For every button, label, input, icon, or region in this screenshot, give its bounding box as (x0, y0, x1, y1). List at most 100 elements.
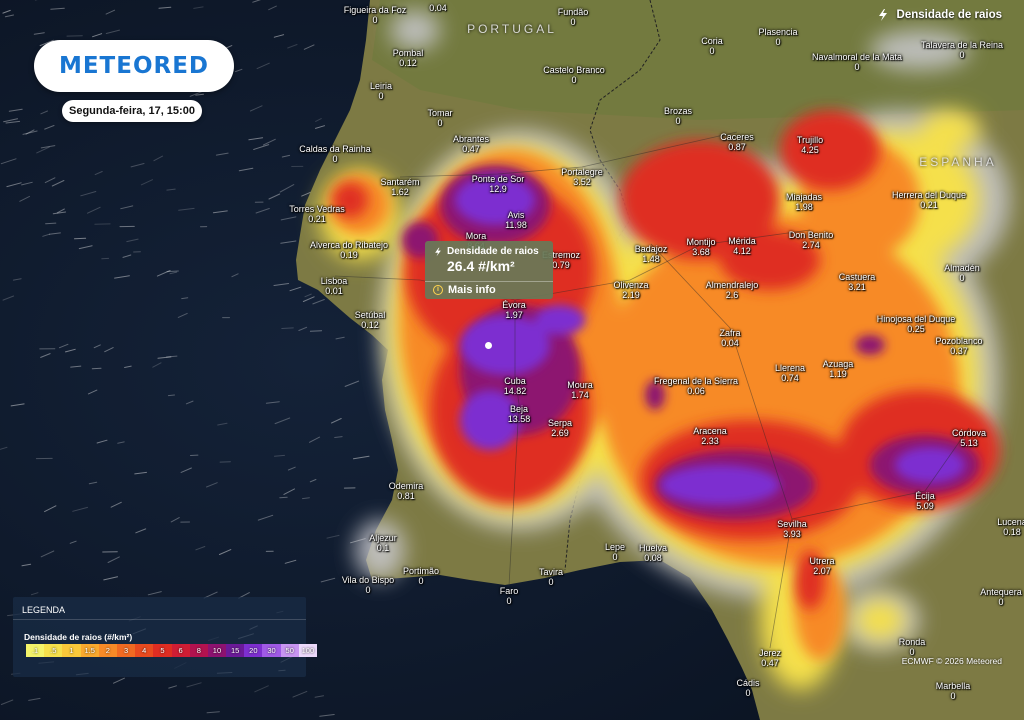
place-label[interactable]: Castuera 3.21 (839, 272, 876, 292)
place-label[interactable]: Aljezur 0.1 (369, 533, 397, 553)
place-label[interactable]: Herrera del Duque 0.21 (892, 190, 966, 210)
place-value: 3.21 (848, 282, 866, 292)
place-label[interactable]: Huelva 0.08 (639, 543, 667, 563)
place-name: Leiria (369, 81, 393, 91)
place-name: Castuera (838, 272, 876, 282)
place-label[interactable]: Montijo 3.68 (686, 237, 715, 257)
place-label[interactable]: Almendralejo 2.6 (706, 280, 759, 300)
place-value: 5.13 (960, 438, 978, 448)
place-name: Portimão (402, 566, 440, 576)
place-name: Ronda (898, 637, 926, 647)
place-label[interactable]: Hinojosa del Duque 0.25 (877, 314, 956, 334)
place-label[interactable]: Figueira da Foz 0 (344, 5, 407, 25)
tooltip-divider (425, 281, 553, 282)
place-name: Odemira (388, 481, 424, 491)
place-label[interactable]: Olivenza 2.19 (613, 280, 648, 300)
place-label[interactable]: Lucena 0.18 (997, 517, 1024, 537)
place-label[interactable]: Ponte de Sor 12.9 (472, 174, 525, 194)
place-label[interactable]: Santarém 1.62 (380, 177, 419, 197)
place-label[interactable]: Fregenal de la Sierra 0.06 (654, 376, 738, 396)
place-label[interactable]: 0.04 (429, 3, 447, 13)
place-label[interactable]: Portalegre 3.52 (561, 167, 603, 187)
place-label[interactable]: Jerez 0.47 (759, 648, 781, 668)
place-label[interactable]: Brozas 0 (664, 106, 692, 126)
place-label[interactable]: Vila do Bispo 0 (342, 575, 394, 595)
place-label[interactable]: Serpa 2.69 (548, 418, 572, 438)
place-label[interactable]: Talavera de la Reina 0 (921, 40, 1003, 60)
place-value: 1.62 (391, 187, 409, 197)
place-label[interactable]: Évora 1.97 (502, 300, 526, 320)
place-label[interactable]: Beja 13.58 (508, 404, 531, 424)
place-name: Pozoblanco (935, 336, 983, 346)
place-label[interactable]: Plasencia 0 (758, 27, 797, 47)
place-label[interactable]: Cádis 0 (736, 678, 759, 698)
place-label[interactable]: Torres Vedras 0.21 (289, 204, 345, 224)
place-value: 4.12 (733, 246, 751, 256)
place-label[interactable]: Pombal 0.12 (393, 48, 424, 68)
place-label[interactable]: Avis 11.98 (505, 210, 527, 230)
place-label[interactable]: Abrantes 0.47 (453, 134, 489, 154)
place-label[interactable]: Fundão 0 (558, 7, 589, 27)
place-value: 0.1 (376, 543, 390, 553)
wind-streak (91, 367, 102, 370)
place-label[interactable]: Caceres 0.87 (720, 132, 754, 152)
place-name: Moura (567, 380, 593, 390)
place-label[interactable]: Ronda 0 (899, 637, 926, 657)
place-value: 0.47 (761, 658, 779, 668)
place-label[interactable]: Badajoz 1.48 (635, 244, 668, 264)
place-label[interactable]: Navalmoral de la Mata 0 (812, 52, 902, 72)
place-label[interactable]: Leiria 0 (370, 81, 392, 101)
place-label[interactable]: Aracena 2.33 (693, 426, 727, 446)
place-label[interactable]: Almadén 0 (944, 263, 980, 283)
selected-point-marker[interactable] (485, 342, 492, 349)
place-label[interactable]: Tomar 0 (427, 108, 452, 128)
place-value: 0.25 (907, 324, 925, 334)
place-label[interactable]: Marbella 0 (936, 681, 971, 701)
tooltip-title: Densidade de raios (447, 246, 539, 257)
place-label[interactable]: Caldas da Rainha 0 (299, 144, 371, 164)
place-label[interactable]: Miajadas 1.98 (786, 192, 822, 212)
place-value: 0.12 (399, 58, 417, 68)
place-label[interactable]: Odemira 0.81 (389, 481, 424, 501)
place-label[interactable]: Trujillo 4.25 (797, 135, 823, 155)
meteored-logo[interactable]: METEORED (34, 40, 234, 92)
place-label[interactable]: Alverca do Ribatejo 0.19 (310, 240, 388, 260)
place-label[interactable]: Lepe 0 (605, 542, 625, 562)
place-label[interactable]: Lisboa 0.01 (321, 276, 348, 296)
layer-name: Densidade de raios (896, 9, 1002, 21)
place-label[interactable]: Sevilha 3.93 (777, 519, 807, 539)
place-value: 3.93 (783, 529, 801, 539)
place-label[interactable]: Zafra 0.04 (719, 328, 740, 348)
place-name: Montijo (686, 237, 716, 247)
place-label[interactable]: Mérida 4.12 (728, 236, 756, 256)
place-label[interactable]: Llerena 0.74 (775, 363, 805, 383)
place-label[interactable]: Moura 1.74 (567, 380, 593, 400)
place-name: Torres Vedras (289, 204, 345, 214)
place-value: 0 (998, 597, 1004, 607)
place-name: Vila do Bispo (341, 575, 395, 585)
place-label[interactable]: Castelo Branco 0 (543, 65, 605, 85)
place-value: 11.98 (505, 220, 527, 230)
place-label[interactable]: Don Benito 2.74 (789, 230, 834, 250)
place-name: Marbella (935, 681, 971, 691)
legend-step: 15 (226, 644, 245, 657)
data-credit: ECMWF © 2026 Meteored (901, 656, 1002, 666)
place-value: 2.33 (701, 436, 719, 446)
place-label[interactable]: Coria 0 (701, 36, 723, 56)
place-value: 0.12 (361, 320, 379, 330)
place-label[interactable]: Écija 5.09 (915, 491, 935, 511)
place-label[interactable]: Cuba 14.82 (504, 376, 527, 396)
place-label[interactable]: Utrera 2.07 (809, 556, 834, 576)
place-label[interactable]: Azuaga 1.19 (823, 359, 854, 379)
place-label[interactable]: Setúbal 0.12 (355, 310, 386, 330)
place-label[interactable]: Portimão 0 (403, 566, 439, 586)
place-label[interactable]: Antequera 0 (980, 587, 1022, 607)
place-name: Serpa (547, 418, 573, 428)
place-label[interactable]: Tavira 0 (539, 567, 563, 587)
more-info-link[interactable]: i Mais info (433, 284, 496, 296)
place-label[interactable]: Pozoblanco 0.37 (935, 336, 982, 356)
layer-selector[interactable]: Densidade de raios (876, 8, 1002, 22)
place-label[interactable]: Córdova 5.13 (952, 428, 986, 448)
place-name: Castelo Branco (543, 65, 605, 75)
place-label[interactable]: Faro 0 (500, 586, 519, 606)
